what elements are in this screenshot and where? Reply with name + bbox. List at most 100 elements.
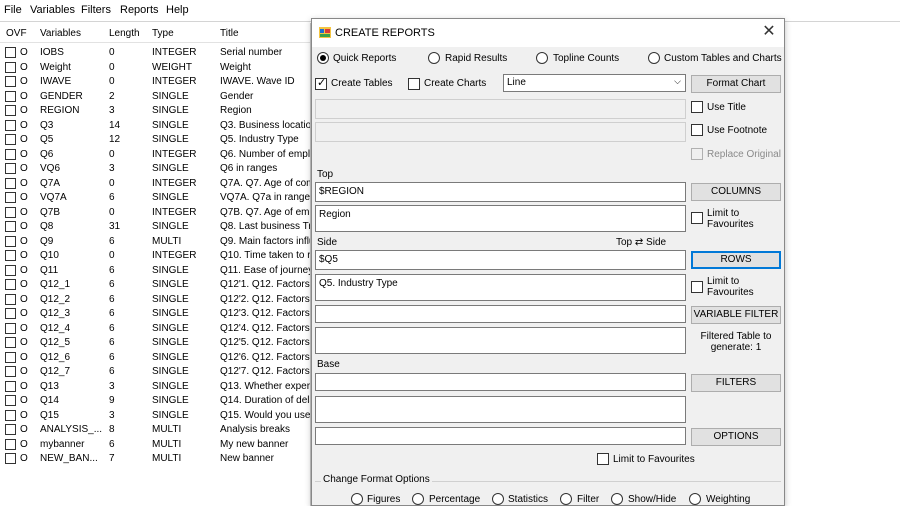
create-tables-checkbox[interactable]: [315, 76, 327, 90]
menu-file[interactable]: File: [4, 4, 22, 16]
filter-description[interactable]: [315, 327, 686, 354]
row-checkbox[interactable]: [5, 177, 16, 189]
table-row[interactable]: O Q14 9 SINGLE Q14. Duration of delay: [0, 394, 310, 409]
row-checkbox[interactable]: [5, 235, 16, 247]
radio-rapid-results[interactable]: [428, 52, 440, 64]
row-checkbox[interactable]: [5, 163, 16, 174]
header-length[interactable]: Length: [109, 28, 140, 39]
radio-percentage[interactable]: [412, 493, 424, 505]
row-checkbox[interactable]: [5, 395, 16, 406]
table-row[interactable]: O Q12_4 6 SINGLE Q12'4. Q12. Factors d: [0, 322, 310, 337]
table-row[interactable]: O IOBS 0 INTEGER Serial number: [0, 46, 310, 61]
menu-help[interactable]: Help: [166, 4, 189, 16]
options-input[interactable]: [315, 427, 686, 445]
table-row[interactable]: O Q9 6 MULTI Q9. Main factors influe: [0, 235, 310, 250]
row-checkbox[interactable]: [5, 366, 16, 377]
table-row[interactable]: O Q12_1 6 SINGLE Q12'1. Q12. Factors d: [0, 278, 310, 293]
row-checkbox[interactable]: [5, 221, 16, 232]
limit-favourites-top-checkbox[interactable]: [691, 212, 703, 224]
row-checkbox[interactable]: [5, 105, 16, 116]
table-row[interactable]: O VQ6 3 SINGLE Q6 in ranges: [0, 162, 310, 177]
side-input[interactable]: $Q5: [315, 250, 686, 270]
filters-button[interactable]: FILTERS: [691, 374, 781, 392]
table-row[interactable]: O Q3 14 SINGLE Q3. Business location: [0, 119, 310, 134]
table-row[interactable]: O Q11 6 SINGLE Q11. Ease of journey: [0, 264, 310, 279]
table-row[interactable]: O Q6 0 INTEGER Q6. Number of employ: [0, 148, 310, 163]
table-row[interactable]: O Q12_3 6 SINGLE Q12'3. Q12. Factors d: [0, 307, 310, 322]
replace-original-checkbox[interactable]: [691, 148, 703, 160]
row-checkbox[interactable]: [5, 308, 16, 319]
row-checkbox[interactable]: [5, 293, 16, 305]
menu-reports[interactable]: Reports: [120, 4, 159, 16]
base-description[interactable]: [315, 396, 686, 423]
use-title-checkbox[interactable]: [691, 101, 703, 113]
menu-variables[interactable]: Variables: [30, 4, 75, 16]
filter-input[interactable]: [315, 305, 686, 323]
swap-top-side-link[interactable]: Top ⇄ Side: [616, 237, 666, 248]
table-row[interactable]: Omybanner 6 MULTI My new banner: [0, 438, 310, 453]
table-row[interactable]: O Q12_5 6 SINGLE Q12'5. Q12. Factors d: [0, 336, 310, 351]
row-checkbox[interactable]: [5, 438, 16, 450]
top-description[interactable]: Region: [315, 205, 686, 232]
table-row[interactable]: O Q15 3 SINGLE Q15. Would you use th: [0, 409, 310, 424]
use-footnote-checkbox[interactable]: [691, 124, 703, 136]
table-row[interactable]: O GENDER 2 SINGLE Gender: [0, 90, 310, 105]
row-checkbox[interactable]: [5, 351, 16, 363]
row-checkbox[interactable]: [5, 61, 16, 73]
table-row[interactable]: O IWAVE 0 INTEGER IWAVE. Wave ID: [0, 75, 310, 90]
top-input[interactable]: $REGION: [315, 182, 686, 202]
row-checkbox[interactable]: [5, 453, 16, 464]
row-checkbox[interactable]: [5, 206, 16, 218]
row-checkbox[interactable]: [5, 47, 16, 58]
radio-filter[interactable]: [560, 493, 572, 505]
chart-type-select[interactable]: Line ⌵: [503, 74, 686, 92]
base-input[interactable]: [315, 373, 686, 391]
options-button[interactable]: OPTIONS: [691, 428, 781, 446]
columns-button[interactable]: COLUMNS: [691, 183, 781, 201]
row-checkbox[interactable]: [5, 192, 16, 203]
row-checkbox[interactable]: [5, 119, 16, 131]
row-checkbox[interactable]: [5, 76, 16, 87]
table-row[interactable]: O Q13 3 SINGLE Q13. Whether experien: [0, 380, 310, 395]
radio-custom-tables[interactable]: [648, 52, 660, 64]
format-chart-button[interactable]: Format Chart: [691, 75, 781, 93]
variable-filter-button[interactable]: VARIABLE FILTER: [691, 306, 781, 324]
table-row[interactable]: O Q12_6 6 SINGLE Q12'6. Q12. Factors d: [0, 351, 310, 366]
table-row[interactable]: O Q10 0 INTEGER Q10. Time taken to re: [0, 249, 310, 264]
row-checkbox[interactable]: [5, 409, 16, 421]
row-checkbox[interactable]: [5, 380, 16, 392]
radio-statistics[interactable]: [492, 493, 504, 505]
row-checkbox[interactable]: [5, 264, 16, 276]
row-checkbox[interactable]: [5, 337, 16, 348]
table-row[interactable]: O Q7A 0 INTEGER Q7A. Q7. Age of comp: [0, 177, 310, 192]
radio-figures[interactable]: [351, 493, 363, 505]
header-variables[interactable]: Variables: [40, 28, 81, 39]
limit-favourites-base-checkbox[interactable]: [597, 453, 609, 465]
radio-show-hide[interactable]: [611, 493, 623, 505]
close-icon[interactable]: ✕: [760, 23, 778, 41]
create-charts-checkbox[interactable]: [408, 78, 420, 90]
menu-filters[interactable]: Filters: [81, 4, 111, 16]
row-checkbox[interactable]: [5, 134, 16, 145]
radio-weighting[interactable]: [689, 493, 701, 505]
row-checkbox[interactable]: [5, 250, 16, 261]
table-row[interactable]: O Q12_7 6 SINGLE Q12'7. Q12. Factors d: [0, 365, 310, 380]
table-row[interactable]: O REGION 3 SINGLE Region: [0, 104, 310, 119]
table-row[interactable]: O NEW_BAN... 7 MULTI New banner: [0, 452, 310, 467]
table-row[interactable]: O Q5 12 SINGLE Q5. Industry Type: [0, 133, 310, 148]
row-checkbox[interactable]: [5, 424, 16, 435]
limit-favourites-side-checkbox[interactable]: [691, 281, 703, 293]
row-checkbox[interactable]: [5, 279, 16, 290]
row-checkbox[interactable]: [5, 90, 16, 102]
table-row[interactable]: O Q7B 0 INTEGER Q7B. Q7. Age of empl: [0, 206, 310, 221]
chart-title-input[interactable]: [315, 99, 686, 119]
table-row[interactable]: O Q12_2 6 SINGLE Q12'2. Q12. Factors d: [0, 293, 310, 308]
row-checkbox[interactable]: [5, 148, 16, 160]
table-row[interactable]: O ANALYSIS_... 8 MULTI Analysis breaks: [0, 423, 310, 438]
row-checkbox[interactable]: [5, 322, 16, 334]
table-row[interactable]: O Weight 0 WEIGHT Weight: [0, 61, 310, 76]
radio-topline-counts[interactable]: [536, 52, 548, 64]
table-row[interactable]: O Q8 31 SINGLE Q8. Last business Trav: [0, 220, 310, 235]
header-ovf[interactable]: OVF: [6, 28, 27, 39]
radio-quick-reports[interactable]: [317, 52, 329, 64]
